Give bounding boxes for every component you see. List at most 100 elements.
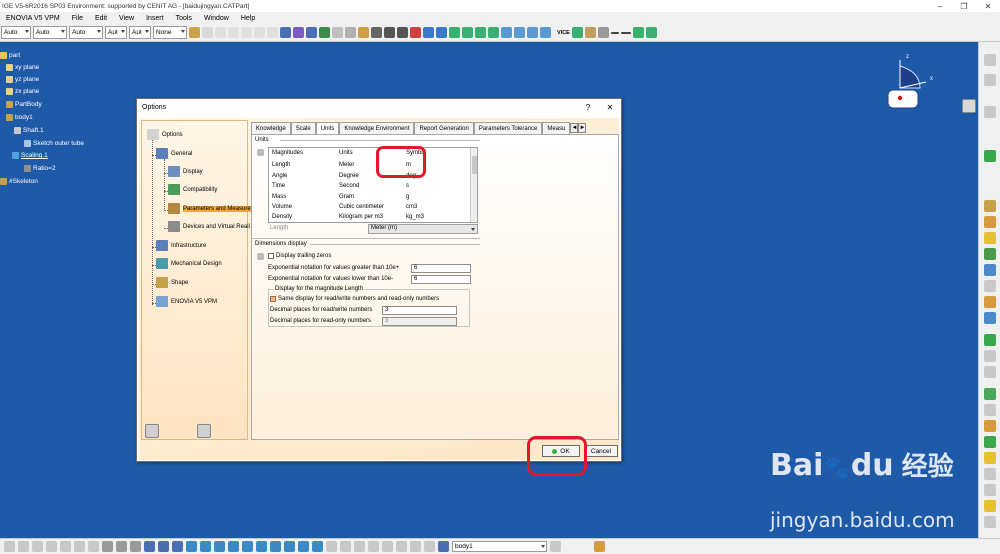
tab-units[interactable]: Units	[315, 122, 340, 134]
workspace-icon[interactable]	[962, 99, 976, 113]
tool-icon[interactable]	[88, 541, 99, 552]
tool-icon[interactable]	[158, 541, 169, 552]
groove-icon[interactable]	[540, 27, 551, 38]
tree-node-yz-plane[interactable]: yz plane	[6, 76, 39, 83]
tool-icon[interactable]	[984, 74, 996, 86]
options-root[interactable]: Options	[147, 129, 183, 140]
revolve-icon[interactable]	[475, 27, 486, 38]
units-scrollbar[interactable]	[470, 148, 477, 222]
fly-icon[interactable]	[293, 27, 304, 38]
tree-node-partbody[interactable]: PartBody	[6, 101, 42, 108]
current-body-combo[interactable]: body1	[452, 541, 547, 552]
undo-icon[interactable]	[215, 27, 226, 38]
tree-node-skeleton[interactable]: #Skeleton	[0, 178, 38, 185]
paint-icon[interactable]	[189, 27, 200, 38]
tree-node-zx-plane[interactable]: zx plane	[6, 88, 39, 95]
tool-icon[interactable]	[550, 541, 561, 552]
options-parameters-and-measure[interactable]: Parameters and Measure	[168, 203, 251, 214]
pad-icon[interactable]	[984, 200, 996, 212]
tool-icon[interactable]	[4, 541, 15, 552]
options-enovia[interactable]: ENOVIA V5 VPM	[156, 296, 217, 307]
tab-report-generation[interactable]: Report Generation	[414, 122, 474, 134]
shell-icon[interactable]	[984, 350, 996, 362]
iso-view-icon[interactable]	[270, 541, 281, 552]
tree-node-scaling[interactable]: Scaling.1	[12, 152, 48, 159]
tab-scale[interactable]: Scale	[290, 122, 316, 134]
menu-help[interactable]: Help	[235, 15, 261, 22]
tool-icon[interactable]	[340, 541, 351, 552]
menu-tools[interactable]: Tools	[170, 15, 198, 22]
options-devices[interactable]: Devices and Virtual Reali	[168, 221, 250, 232]
normal-view-icon[interactable]	[256, 541, 267, 552]
table-icon[interactable]	[144, 541, 155, 552]
fit-all-icon[interactable]	[186, 541, 197, 552]
sweep-icon[interactable]	[488, 27, 499, 38]
menu-window[interactable]: Window	[198, 15, 235, 22]
thread-icon[interactable]	[984, 388, 996, 400]
close-dialog-button[interactable]: ✕	[599, 103, 621, 112]
draft-icon[interactable]	[984, 334, 996, 346]
thickness-combo[interactable]: Aut	[105, 26, 127, 39]
tool-icon[interactable]	[368, 541, 379, 552]
symmetry-icon[interactable]	[984, 468, 996, 480]
shaft-icon[interactable]	[527, 27, 538, 38]
tab-parameters-tolerance[interactable]: Parameters Tolerance	[473, 122, 543, 134]
color-combo[interactable]: Auto	[1, 26, 31, 39]
remove-face-icon[interactable]	[984, 404, 996, 416]
polyline-icon[interactable]	[610, 31, 619, 34]
select-icon[interactable]	[984, 150, 996, 162]
length-unit-combo[interactable]: Meter (m)	[368, 224, 478, 234]
segment-icon[interactable]	[620, 31, 631, 34]
pan-icon[interactable]	[200, 541, 211, 552]
layer-combo[interactable]: Auto	[33, 26, 67, 39]
tool-icon[interactable]	[396, 541, 407, 552]
chamfer-icon[interactable]	[984, 312, 996, 324]
pad-icon[interactable]	[501, 27, 512, 38]
scrollbar-thumb[interactable]	[472, 156, 477, 174]
point-icon[interactable]	[371, 27, 382, 38]
menu-edit[interactable]: Edit	[89, 15, 113, 22]
comment-icon[interactable]	[116, 541, 127, 552]
options-display[interactable]: Display	[168, 166, 203, 177]
cancel-button[interactable]: Cancel	[584, 445, 618, 457]
transparency-combo[interactable]: Aut	[129, 26, 151, 39]
tool-icon[interactable]	[410, 541, 421, 552]
same-display-row[interactable]: Same display for read/write numbers and …	[270, 296, 439, 302]
pattern-icon[interactable]	[984, 500, 996, 512]
options-mechanical-design[interactable]: Mechanical Design	[156, 258, 222, 269]
units-list[interactable]: Magnitudes Units Symbol Length Meter m A…	[268, 147, 478, 223]
tab-measure[interactable]: Measu	[542, 122, 571, 134]
rw-decimal-input[interactable]: 3	[382, 306, 457, 315]
tree-node-body1[interactable]: body1	[6, 114, 33, 121]
mirror-icon[interactable]	[984, 484, 996, 496]
tool-icon[interactable]	[424, 541, 435, 552]
scaling-icon[interactable]	[984, 516, 996, 528]
options-shape[interactable]: Shape	[156, 277, 188, 288]
axis-icon[interactable]	[397, 27, 408, 38]
tool-icon[interactable]	[984, 54, 996, 66]
arc-icon[interactable]	[632, 27, 644, 38]
menu-file[interactable]: File	[66, 15, 89, 22]
view-label[interactable]: VICE	[557, 30, 570, 36]
layer-none-combo[interactable]: None	[153, 26, 187, 39]
slot-icon[interactable]	[984, 280, 996, 292]
shaft-icon[interactable]	[984, 232, 996, 244]
tool-icon[interactable]	[354, 541, 365, 552]
zoom-out-icon[interactable]	[242, 541, 253, 552]
tool-icon[interactable]	[594, 541, 605, 552]
cut-icon[interactable]	[241, 27, 252, 38]
menu-view[interactable]: View	[113, 15, 140, 22]
plane-icon[interactable]	[410, 27, 421, 38]
compass[interactable]: z x	[882, 54, 942, 112]
tool-icon[interactable]	[74, 541, 85, 552]
menu-insert[interactable]: Insert	[140, 15, 170, 22]
linetype-combo[interactable]: Auto	[69, 26, 103, 39]
multi-view-icon[interactable]	[345, 27, 356, 38]
minimize-button[interactable]: –	[928, 2, 952, 11]
tool-icon[interactable]	[130, 541, 141, 552]
swap-icon[interactable]	[312, 541, 323, 552]
translate-icon[interactable]	[984, 436, 996, 448]
shading-icon[interactable]	[284, 541, 295, 552]
sketch-icon[interactable]	[571, 27, 583, 38]
tree-node-shaft[interactable]: Shaft.1	[14, 127, 44, 134]
